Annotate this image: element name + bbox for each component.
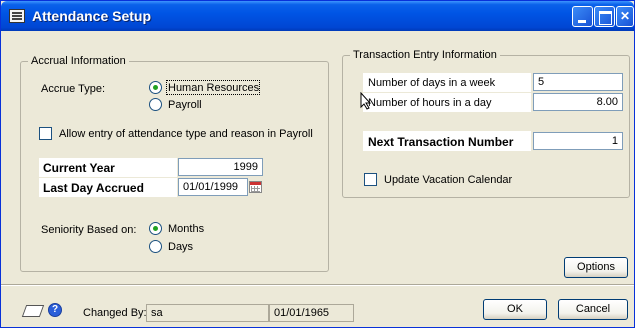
minimize-button[interactable]: [572, 6, 593, 27]
allow-entry-checkbox[interactable]: [39, 127, 52, 140]
hours-in-day-label: Number of hours in a day: [368, 97, 492, 109]
mouse-cursor-icon: [360, 92, 372, 110]
seniority-days-label[interactable]: Days: [168, 241, 193, 253]
hours-in-day-field[interactable]: 8.00: [533, 93, 623, 111]
seniority-months-radio[interactable]: [149, 222, 162, 235]
update-vacation-checkbox[interactable]: [364, 173, 377, 186]
current-year-field[interactable]: 1999: [178, 158, 263, 176]
days-in-week-label: Number of days in a week: [368, 77, 496, 89]
current-year-label: Current Year: [43, 161, 115, 175]
last-day-accrued-field[interactable]: 01/01/1999: [178, 178, 248, 196]
accrue-type-payroll-label[interactable]: Payroll: [168, 99, 202, 111]
accrue-type-human-resources-label[interactable]: Human Resources: [168, 82, 259, 94]
help-icon[interactable]: ?: [48, 303, 62, 317]
seniority-days-radio[interactable]: [149, 240, 162, 253]
window-title: Attendance Setup: [32, 8, 152, 24]
close-button[interactable]: [616, 6, 634, 27]
maximize-button[interactable]: [594, 6, 615, 27]
changed-by-label: Changed By:: [83, 307, 147, 319]
options-button[interactable]: Options: [564, 257, 628, 278]
seniority-months-label[interactable]: Months: [168, 223, 204, 235]
transaction-group-title: Transaction Entry Information: [350, 49, 500, 61]
footer-divider: [1, 284, 634, 286]
accrue-type-label: Accrue Type:: [41, 83, 105, 95]
update-vacation-label[interactable]: Update Vacation Calendar: [384, 174, 512, 186]
accrual-group-title: Accrual Information: [28, 55, 129, 67]
changed-by-date-field: 01/01/1965: [269, 304, 354, 322]
days-in-week-field[interactable]: 5: [533, 73, 623, 91]
changed-by-user-field: sa: [146, 304, 269, 322]
next-transaction-label: Next Transaction Number: [368, 135, 514, 149]
last-day-accrued-label: Last Day Accrued: [43, 181, 144, 195]
title-bar[interactable]: Attendance Setup: [1, 1, 634, 31]
next-transaction-field[interactable]: 1: [533, 132, 623, 150]
note-icon[interactable]: [21, 305, 45, 317]
accrue-type-human-resources-radio[interactable]: [149, 81, 162, 94]
accrue-type-payroll-radio[interactable]: [149, 98, 162, 111]
window-icon: [9, 9, 25, 23]
seniority-label: Seniority Based on:: [41, 224, 137, 236]
allow-entry-label[interactable]: Allow entry of attendance type and reaso…: [59, 128, 313, 140]
ok-button[interactable]: OK: [483, 299, 547, 320]
calendar-icon[interactable]: [249, 181, 262, 193]
cancel-button[interactable]: Cancel: [558, 299, 628, 320]
attendance-setup-window: Attendance Setup Accrual Information Acc…: [0, 0, 635, 328]
